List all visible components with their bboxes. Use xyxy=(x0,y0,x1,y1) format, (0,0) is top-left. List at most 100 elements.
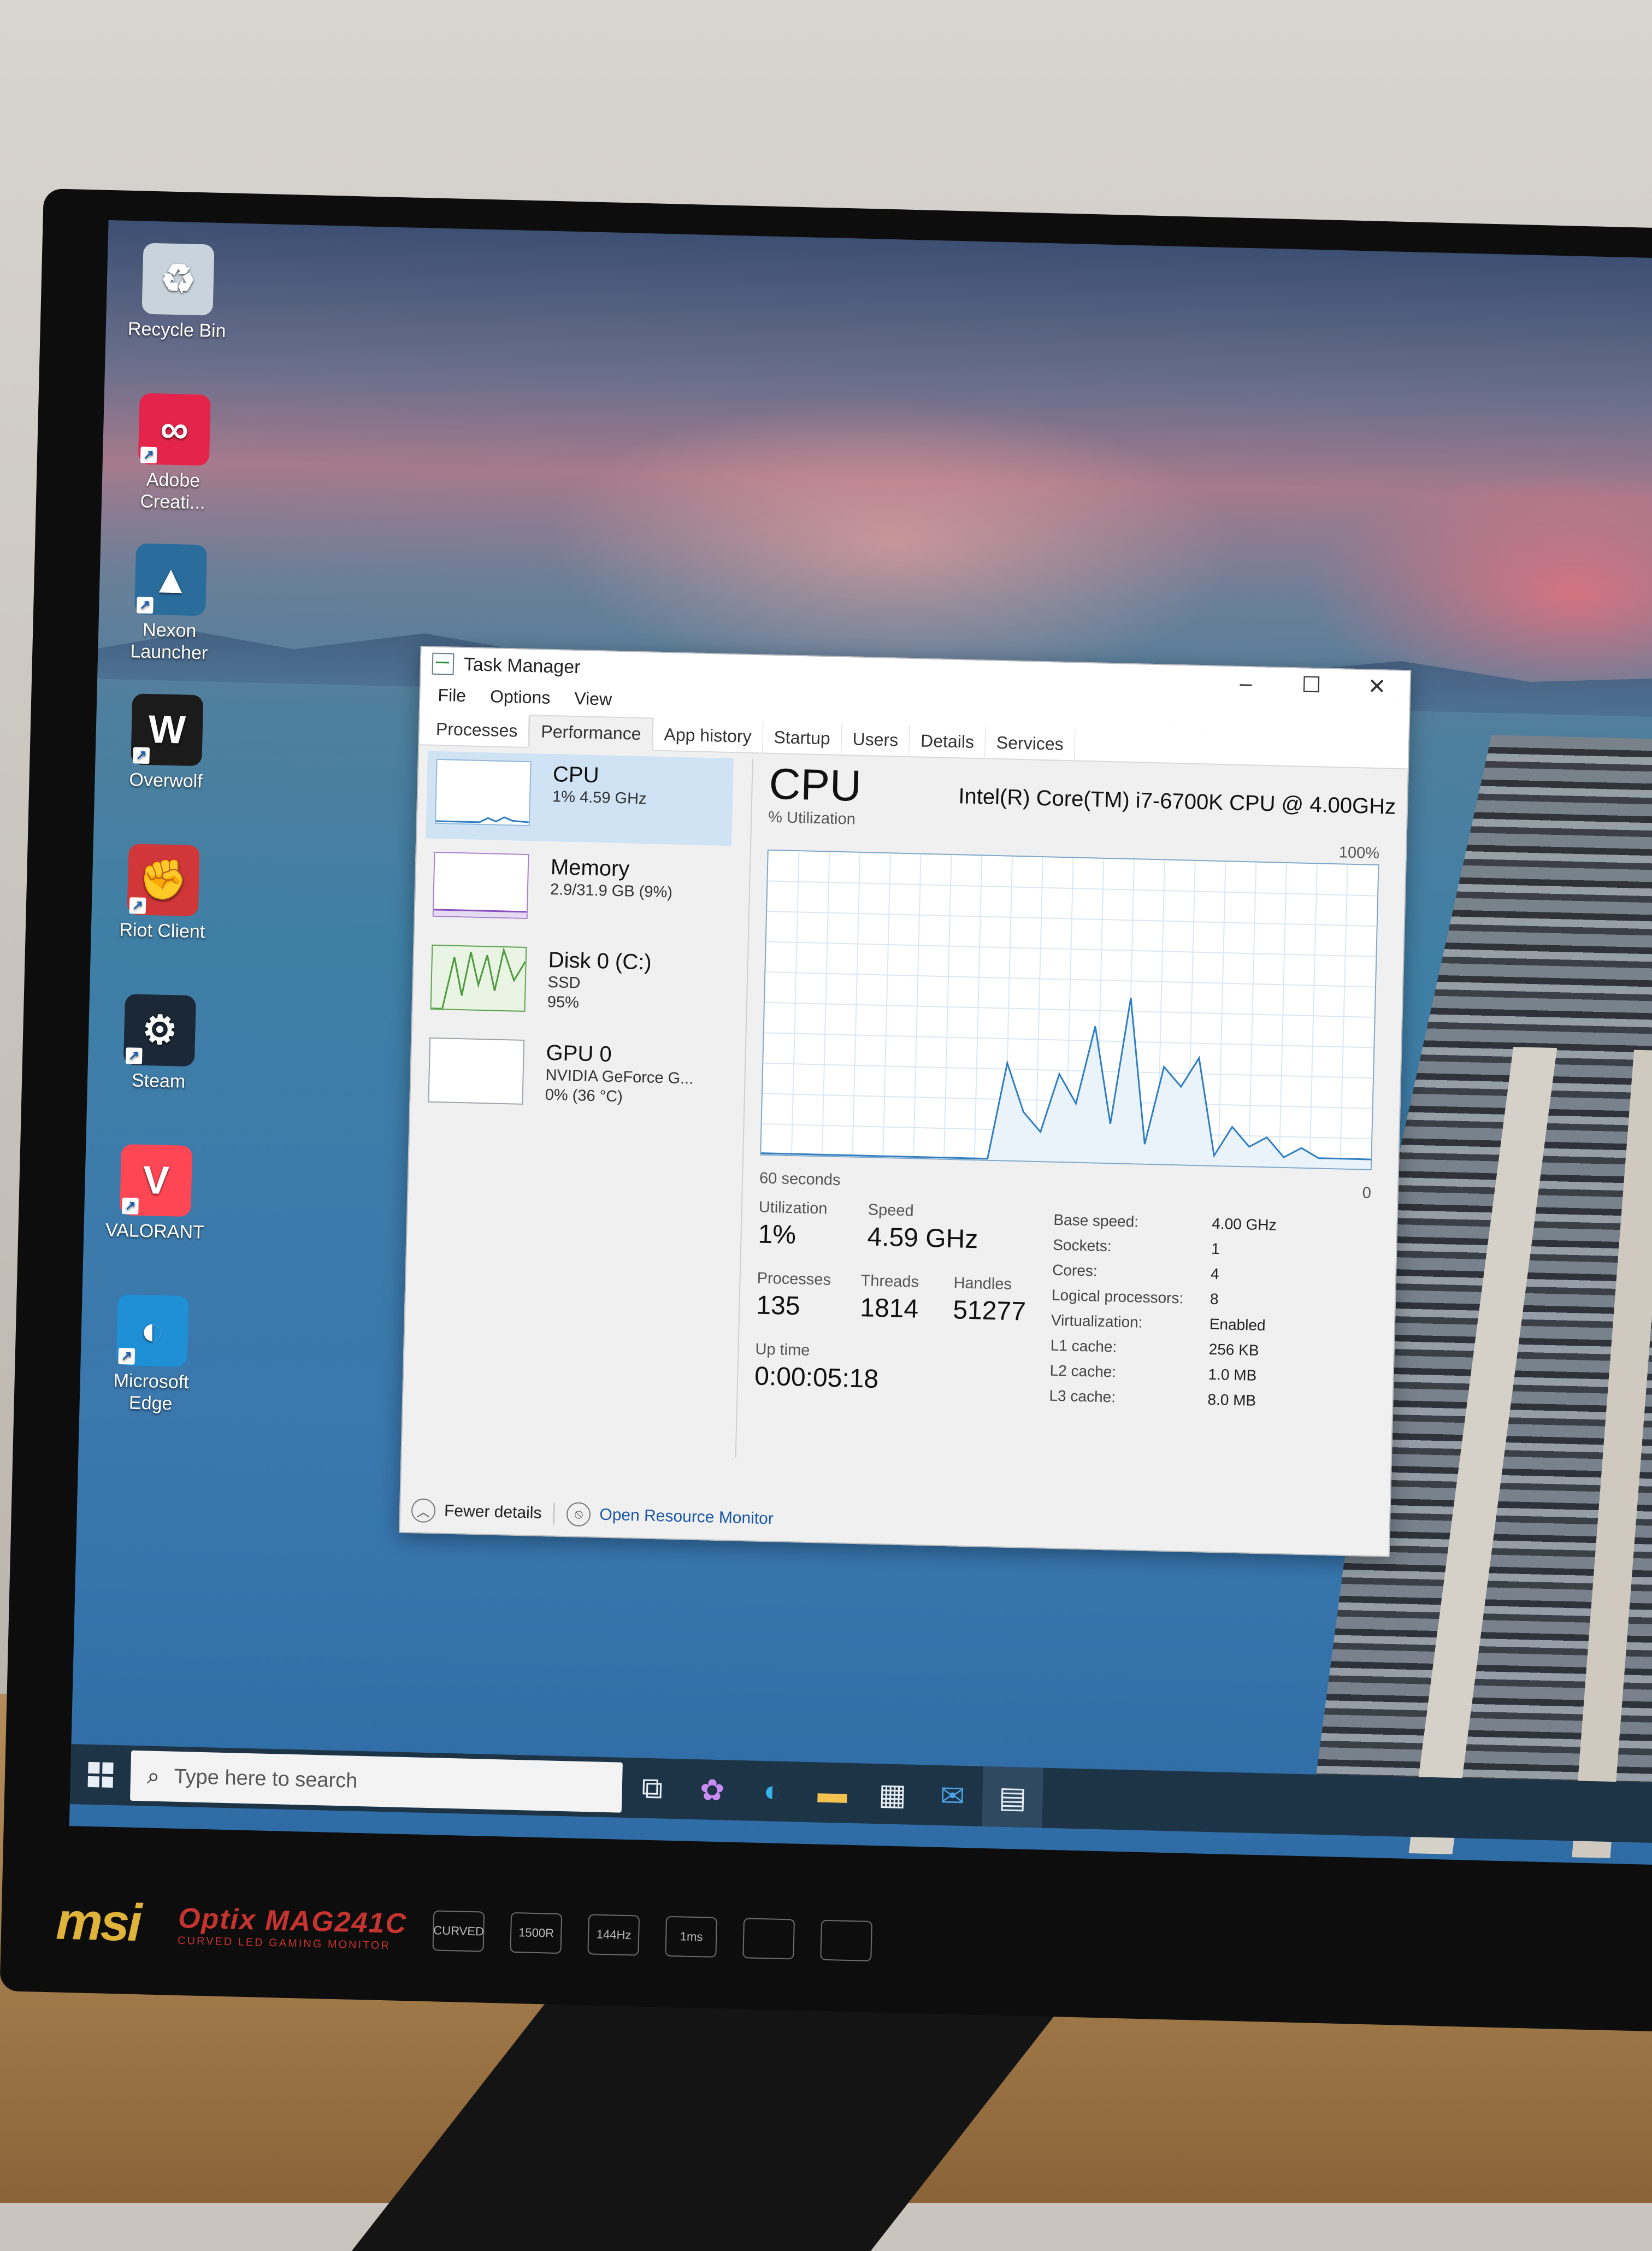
task-manager-icon xyxy=(432,652,455,675)
feature-badge-freesync-icon xyxy=(742,1918,795,1960)
feature-badge-1ms: 1ms xyxy=(665,1916,718,1958)
shortcut-arrow-icon: ↗ xyxy=(129,897,146,914)
desktop-icon[interactable]: ▲ ↗ Nexon Launcher xyxy=(114,543,226,664)
spec-key: Base speed: xyxy=(1053,1211,1139,1230)
cpu-utilization-chart xyxy=(761,851,1378,1169)
memory-thumbnail-graph xyxy=(432,851,529,920)
mail-icon[interactable]: ✉ xyxy=(922,1765,983,1826)
resource-detail: 2.9/31.9 GB (9%) xyxy=(550,881,673,901)
resource-cpu[interactable]: CPU 1% 4.59 GHz xyxy=(426,751,734,846)
handles-label: Handles xyxy=(953,1274,1012,1293)
spec-key: L3 cache: xyxy=(1049,1387,1116,1406)
desktop-screen: ♻ Recycle Bin ∞ ↗ Adobe Creati... ▲ ↗ Nexon Lau… xyxy=(69,220,1652,1866)
desktop-icon-label: Riot Client xyxy=(119,919,205,942)
overwolf-icon: W ↗ xyxy=(131,693,204,767)
desktop-icon-label: Nexon Launcher xyxy=(129,619,208,664)
resource-disk[interactable]: Disk 0 (C:) SSD 95% xyxy=(421,936,729,1032)
shortcut-arrow-icon: ↗ xyxy=(133,747,150,764)
uptime-value: 0:00:05:18 xyxy=(754,1362,879,1394)
spec-key: Logical processors: xyxy=(1051,1286,1184,1307)
tab-performance[interactable]: Performance xyxy=(528,715,654,751)
fewer-details-link[interactable]: Fewer details xyxy=(444,1502,542,1523)
task-manager-footer: ︿ Fewer details ⦸ Open Resource Monitor xyxy=(411,1498,774,1531)
graph-min-label: 0 xyxy=(1362,1184,1372,1202)
resource-name: GPU 0 xyxy=(546,1040,612,1066)
desktop-icon-label: VALORANT xyxy=(105,1219,205,1243)
nexon-launcher-icon: ▲ ↗ xyxy=(134,543,208,616)
desktop-icon[interactable]: ∞ ↗ Adobe Creati... xyxy=(118,393,230,515)
resource-monitor-icon: ⦸ xyxy=(566,1502,591,1527)
desktop-icon[interactable]: ♻ Recycle Bin xyxy=(122,243,233,343)
chevron-up-icon: ︿ xyxy=(411,1498,436,1523)
feature-badge-144hz: 144Hz xyxy=(587,1914,640,1956)
spec-value: 1 xyxy=(1211,1240,1220,1258)
maximize-button[interactable]: ☐ xyxy=(1278,668,1344,703)
cpu-detail-pane: CPU Intel(R) Core(TM) i7-6700K CPU @ 4.0… xyxy=(735,758,1397,1474)
open-resource-monitor-link[interactable]: Open Resource Monitor xyxy=(599,1506,774,1529)
tab-details[interactable]: Details xyxy=(909,725,986,758)
graph-time-label: 60 seconds xyxy=(759,1169,841,1189)
utilization-value: 1% xyxy=(757,1219,796,1250)
edge-taskbar-icon[interactable]: ◐ xyxy=(741,1760,803,1822)
copilot-icon[interactable]: ✿ xyxy=(681,1759,743,1820)
edge-icon: ◐ ↗ xyxy=(116,1294,189,1368)
minimize-button[interactable]: – xyxy=(1213,667,1279,701)
tab-app-history[interactable]: App history xyxy=(652,718,764,753)
menu-view[interactable]: View xyxy=(574,688,612,710)
desktop-icon[interactable]: V ↗ VALORANT xyxy=(100,1144,211,1244)
monitor: ♻ Recycle Bin ∞ ↗ Adobe Creati... ▲ ↗ Nexon Lau… xyxy=(0,188,1652,2032)
spec-key: Cores: xyxy=(1052,1261,1098,1280)
utilization-axis-label: % Utilization xyxy=(768,808,856,828)
spec-value: 256 KB xyxy=(1208,1340,1259,1359)
processes-value: 135 xyxy=(756,1291,801,1321)
window-title: Task Manager xyxy=(463,653,581,677)
menu-file[interactable]: File xyxy=(438,685,466,705)
task-view-icon[interactable]: ⧉ xyxy=(621,1758,683,1819)
shortcut-arrow-icon: ↗ xyxy=(125,1047,143,1064)
utilization-label: Utilization xyxy=(758,1198,828,1218)
resource-memory[interactable]: Memory 2.9/31.9 GB (9%) xyxy=(423,844,731,939)
desktop-icon[interactable]: ◐ ↗ Microsoft Edge xyxy=(96,1294,208,1416)
desktop-icon-label: Microsoft Edge xyxy=(113,1370,190,1415)
graph-max-label: 100% xyxy=(1338,844,1380,863)
tab-users[interactable]: Users xyxy=(841,723,910,757)
msi-logo: msi xyxy=(55,1891,141,1953)
cpu-utilization-graph xyxy=(760,849,1379,1170)
tab-services[interactable]: Services xyxy=(985,727,1076,761)
steam-icon: ⚙ ↗ xyxy=(123,994,196,1067)
tab-processes[interactable]: Processes xyxy=(424,713,530,747)
shortcut-arrow-icon: ↗ xyxy=(137,597,154,614)
handles-value: 51277 xyxy=(952,1295,1026,1327)
tab-startup[interactable]: Startup xyxy=(762,721,842,755)
feature-badge-gaming-icon xyxy=(820,1919,873,1961)
cpu-thumbnail-graph xyxy=(434,758,532,827)
spec-key: Virtualization: xyxy=(1051,1311,1143,1331)
microsoft-store-icon[interactable]: ▦ xyxy=(862,1764,923,1825)
monitor-bezel-branding: msi Optix MAG241C CURVED LED GAMING MONI… xyxy=(44,1877,1652,2004)
desktop-icon[interactable]: W ↗ Overwolf xyxy=(111,693,222,793)
feature-badge-curved: CURVED xyxy=(432,1910,485,1952)
taskbar-search-box[interactable]: ⌕ Type here to search xyxy=(129,1750,623,1813)
desktop-icon[interactable]: ⚙ ↗ Steam xyxy=(104,993,215,1093)
spec-value: 4 xyxy=(1210,1265,1220,1283)
menu-options[interactable]: Options xyxy=(490,686,551,708)
desktop-icon-label: Overwolf xyxy=(129,769,203,792)
shortcut-arrow-icon: ↗ xyxy=(140,446,157,464)
resource-detail: 0% (36 °C) xyxy=(545,1086,623,1106)
cpu-graph-area: 100% xyxy=(760,832,1380,1180)
speed-value: 4.59 GHz xyxy=(866,1222,978,1254)
resource-gpu[interactable]: GPU 0 NVIDIA GeForce G... 0% (36 °C) xyxy=(419,1029,727,1124)
task-manager-taskbar-icon[interactable]: ▤ xyxy=(982,1766,1043,1828)
feature-badge-1500r: 1500R xyxy=(510,1912,563,1954)
close-button[interactable]: ✕ xyxy=(1344,669,1410,704)
desktop-icon-label: Recycle Bin xyxy=(127,318,226,342)
spec-value: 8.0 MB xyxy=(1207,1390,1256,1409)
start-button[interactable] xyxy=(70,1744,132,1806)
speed-label: Speed xyxy=(868,1201,914,1220)
spec-key: Sockets: xyxy=(1052,1236,1112,1255)
file-explorer-icon[interactable]: ▬ xyxy=(801,1762,863,1824)
adobe-creative-cloud-icon: ∞ ↗ xyxy=(138,393,211,466)
shortcut-arrow-icon: ↗ xyxy=(118,1347,135,1365)
desktop-icon[interactable]: ✊ ↗ Riot Client xyxy=(107,843,219,943)
spec-value: 4.00 GHz xyxy=(1211,1215,1277,1234)
